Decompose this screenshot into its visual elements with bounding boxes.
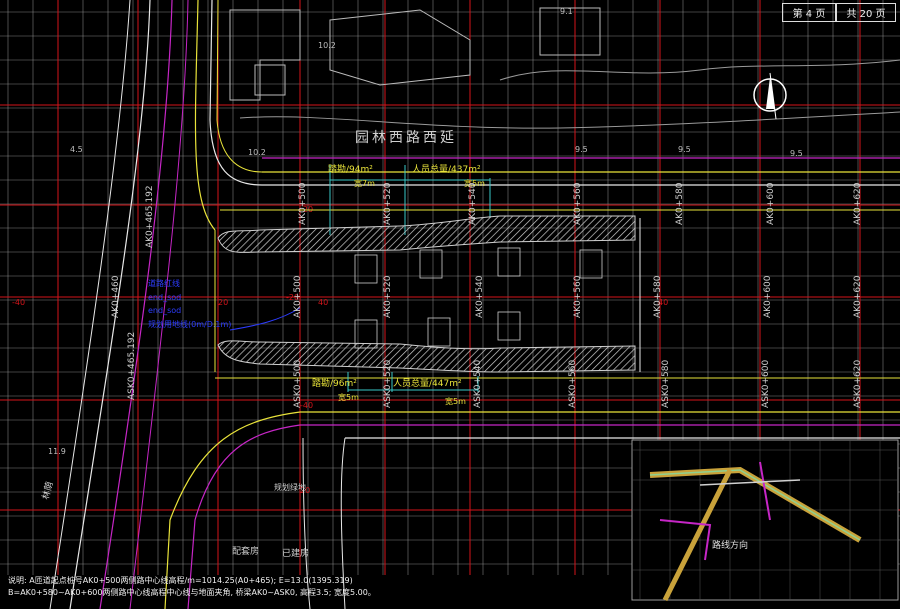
drawing-notes: 说明: A匝道起点桩号AK0+500两侧路中心线高程/m=1014.25(A0+… — [8, 575, 628, 599]
offset-label: -40 — [12, 298, 25, 307]
elevation-label: 4.5 — [70, 145, 83, 154]
elevation-label: 9.5 — [678, 145, 691, 154]
station-label: AK0+560 — [573, 182, 583, 225]
station-label: AK0+500 — [293, 275, 303, 318]
building-outline — [329, 9, 471, 86]
station-label: AK0+460 — [111, 275, 121, 318]
station-label: AK0+540 — [475, 275, 485, 318]
elevation-label: 9.5 — [575, 145, 588, 154]
station-label: AK0+500 — [298, 182, 308, 225]
inset-label: 路线方向 — [712, 539, 748, 551]
legend-item: 规划用地线(0m/D.1m) — [148, 319, 231, 329]
building-outline — [229, 9, 301, 101]
station-label: ASK0+620 — [853, 360, 863, 408]
station-label: ASK0+600 — [761, 360, 771, 408]
elevation-label: 11.9 — [48, 447, 66, 456]
station-label: AK0+580 — [675, 182, 685, 225]
elevation-label: 10.2 — [248, 148, 266, 157]
station-label: AK0+600 — [766, 182, 776, 225]
cad-drawing: -40-2020 40-40-202040 路线方向 园林西路西延 踏勘/94m²… — [0, 0, 900, 609]
legend-item: 道路红线 — [148, 278, 180, 288]
offset-label: 40 — [318, 298, 328, 307]
station-label: AK0+540 — [468, 182, 478, 225]
road-edge — [194, 0, 216, 231]
width-label: 宽7m — [354, 178, 375, 188]
site-label: 林荫 — [39, 480, 55, 501]
station-label: AK0+620 — [853, 182, 863, 225]
note-line: B=AK0+580~AK0+600两侧路中心线高程中心线与地面夹角, 桥梁AK0… — [8, 588, 376, 597]
terrain-contour — [239, 111, 900, 129]
station-label: AK0+465.192 — [145, 185, 155, 248]
area-label: 踏勘/96m² — [312, 377, 357, 389]
station-label: ASK0+540 — [473, 360, 483, 408]
station-label: AK0+580 — [653, 275, 663, 318]
pier-outline — [497, 311, 521, 341]
leader-line — [229, 307, 301, 331]
station-label: AK0+600 — [763, 275, 773, 318]
road-edge — [129, 0, 189, 609]
inset-frame — [631, 439, 899, 601]
width-label: 宽5m — [338, 392, 359, 402]
station-label: ASK0+580 — [661, 360, 671, 408]
site-layer — [229, 7, 900, 129]
station-label: AK0+520 — [383, 182, 393, 225]
road-name: 园林西路西延 — [355, 130, 457, 146]
sheet-total: 共 20 页 — [836, 3, 896, 22]
station-label: AK0+560 — [573, 275, 583, 318]
site-label: 配套房 — [232, 545, 259, 557]
station-label: ASK0+465.192 — [127, 332, 137, 400]
pier-outline — [427, 317, 451, 347]
sheet-number: 第 4 页 — [782, 3, 836, 22]
area-label: 踏勘/94m² — [328, 163, 373, 175]
note-line: 说明: A匝道起点桩号AK0+500两侧路中心线高程/m=1014.25(A0+… — [8, 576, 353, 585]
north-arrow-icon — [753, 72, 787, 120]
inset-map: 路线方向 — [631, 439, 899, 602]
legend-item: end_sod — [148, 306, 181, 315]
elevation-label: 9.5 — [790, 149, 803, 158]
station-label: AK0+520 — [383, 275, 393, 318]
elevation-label: 10.2 — [318, 41, 336, 50]
area-label: 人员总量/447m² — [393, 377, 462, 389]
station-label: ASK0+560 — [568, 360, 578, 408]
station-label: AK0+620 — [853, 275, 863, 318]
area-label: 人员总量/437m² — [412, 163, 481, 175]
site-label: 已建房 — [282, 547, 309, 559]
terrain-contour — [499, 59, 900, 81]
pier-outline — [419, 249, 443, 279]
elevation-label: 9.1 — [560, 7, 573, 16]
station-label: ASK0+500 — [293, 360, 303, 408]
legend-item: end_sod — [148, 293, 181, 302]
width-label: 宽5m — [445, 396, 466, 406]
offset-label: 20 — [218, 298, 228, 307]
site-label: 规划绿地 — [274, 482, 306, 492]
station-label: ASK0+520 — [383, 360, 393, 408]
